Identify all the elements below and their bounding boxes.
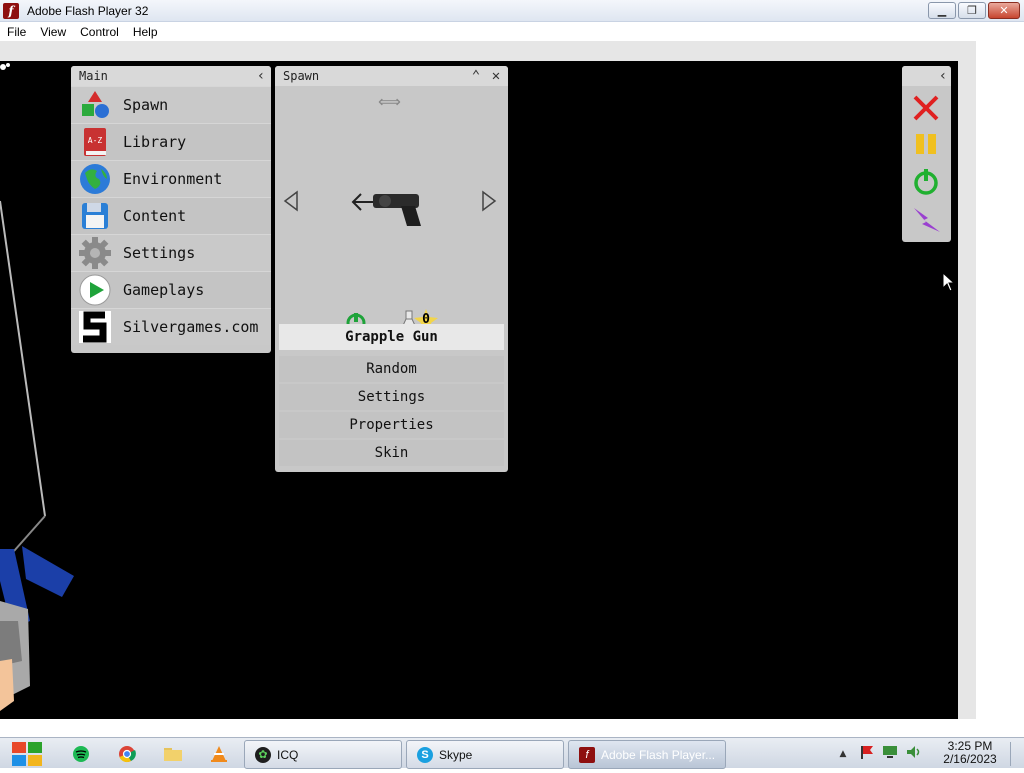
menu-help[interactable]: Help (126, 25, 165, 39)
main-menu-list: Spawn A-Z Library Environment Content Se… (71, 86, 271, 345)
spawn-shapes-icon (79, 89, 111, 121)
svg-text:A-Z: A-Z (88, 136, 103, 145)
random-button[interactable]: Random (279, 356, 504, 382)
main-panel-title: Main (79, 69, 108, 83)
rope-anchor-dot (6, 63, 10, 67)
icq-icon: ✿ (255, 746, 271, 763)
main-item-label: Library (123, 133, 187, 151)
window-title: Adobe Flash Player 32 (27, 3, 149, 18)
minimize-button[interactable]: ▁ (928, 2, 956, 19)
properties-button[interactable]: Properties (279, 412, 504, 438)
show-hidden-icons-icon[interactable]: ▲ (836, 749, 850, 759)
chrome-icon[interactable] (116, 743, 138, 765)
ragdoll-face (0, 659, 14, 711)
main-item-environment[interactable]: Environment (71, 160, 271, 197)
menu-file[interactable]: File (0, 25, 33, 39)
flash-icon: f (579, 746, 595, 763)
gear-icon (79, 237, 111, 269)
tools-panel: ‹ (902, 66, 951, 242)
main-item-label: Spawn (123, 96, 169, 114)
close-button[interactable]: ✕ (988, 2, 1020, 19)
rope-line (0, 200, 46, 517)
floppy-disk-icon (79, 200, 111, 232)
taskbar-label: Adobe Flash Player... (601, 747, 716, 762)
clock-date: 2/16/2023 (943, 752, 997, 766)
mouse-cursor-icon (942, 272, 956, 292)
network-icon[interactable] (882, 744, 898, 764)
spawn-panel: Spawn ⌃ ✕ ⟺ 0 Grapple Gun Random Setting… (275, 66, 508, 472)
windows-start-icon[interactable] (10, 739, 44, 769)
window-controls: ▁ ❐ ✕ (928, 2, 1020, 19)
next-arrow-icon[interactable] (481, 190, 497, 216)
show-desktop-button[interactable] (1010, 742, 1022, 766)
main-item-spawn[interactable]: Spawn (71, 86, 271, 123)
flash-icon: f (3, 2, 19, 19)
play-icon (79, 274, 111, 306)
main-item-label: Silvergames.com (123, 318, 259, 336)
menu-control[interactable]: Control (73, 25, 126, 39)
collapse-left-icon[interactable]: ‹ (253, 68, 269, 84)
volume-icon[interactable] (906, 744, 922, 764)
system-tray: ▲ (836, 738, 922, 769)
main-item-library[interactable]: A-Z Library (71, 123, 271, 160)
main-item-gameplays[interactable]: Gameplays (71, 271, 271, 308)
spawn-panel-header: Spawn ⌃ ✕ (275, 66, 508, 86)
ragdoll-arm-lower (22, 546, 74, 597)
chevron-up-icon[interactable]: ⌃ (468, 68, 484, 84)
vlc-icon[interactable] (208, 743, 230, 765)
taskbar-skype[interactable]: S Skype (406, 740, 564, 769)
window-titlebar: f Adobe Flash Player 32 ▁ ❐ ✕ (0, 0, 1024, 22)
main-item-label: Settings (123, 244, 196, 262)
rope-anchor (0, 64, 6, 70)
main-item-silvergames[interactable]: Silvergames.com (71, 308, 271, 345)
spotify-icon[interactable] (70, 743, 92, 765)
taskbar-label: Skype (439, 747, 473, 762)
grapple-line (13, 515, 46, 552)
tools-panel-header: ‹ (902, 66, 951, 86)
power-icon[interactable] (912, 168, 940, 200)
main-item-label: Gameplays (123, 281, 205, 299)
spawn-panel-title: Spawn (283, 69, 320, 83)
main-panel-header: Main ‹ (71, 66, 271, 86)
folder-icon[interactable] (162, 743, 184, 765)
settings-button[interactable]: Settings (279, 384, 504, 410)
skype-icon: S (417, 746, 433, 763)
close-red-x-icon[interactable] (912, 94, 940, 126)
window-edge (976, 41, 1024, 737)
restore-button[interactable]: ❐ (958, 2, 986, 19)
close-icon[interactable]: ✕ (488, 68, 504, 84)
grapple-gun-icon[interactable] (351, 186, 425, 234)
skin-button[interactable]: Skin (279, 440, 504, 466)
pause-icon[interactable] (914, 132, 938, 160)
taskbar-flash-player[interactable]: f Adobe Flash Player... (568, 740, 726, 769)
previous-arrow-icon[interactable] (283, 190, 299, 216)
spawn-panel-body: ⟺ 0 Grapple Gun Random Settings Properti… (275, 86, 508, 472)
main-item-content[interactable]: Content (71, 197, 271, 234)
swap-arrows-icon[interactable]: ⟺ (378, 92, 401, 111)
main-item-settings[interactable]: Settings (71, 234, 271, 271)
main-item-label: Content (123, 207, 187, 225)
main-item-label: Environment (123, 170, 223, 188)
globe-icon (79, 163, 111, 195)
taskbar: ✿ ICQ S Skype f Adobe Flash Player... ▲ … (0, 737, 1024, 769)
action-center-flag-icon[interactable] (858, 744, 874, 764)
clock[interactable]: 3:25 PM 2/16/2023 (940, 740, 1000, 766)
menubar: File View Control Help (0, 22, 1024, 41)
selected-item-button[interactable]: Grapple Gun (279, 324, 504, 350)
silvergames-logo-icon (79, 311, 111, 343)
taskbar-label: ICQ (277, 747, 299, 762)
taskbar-icq[interactable]: ✿ ICQ (244, 740, 402, 769)
collapse-left-icon[interactable]: ‹ (935, 68, 951, 84)
library-book-icon: A-Z (79, 126, 111, 158)
menu-view[interactable]: View (33, 25, 73, 39)
main-menu-panel: Main ‹ Spawn A-Z Library Environment Con (71, 66, 271, 353)
lightning-icon[interactable] (912, 206, 942, 238)
